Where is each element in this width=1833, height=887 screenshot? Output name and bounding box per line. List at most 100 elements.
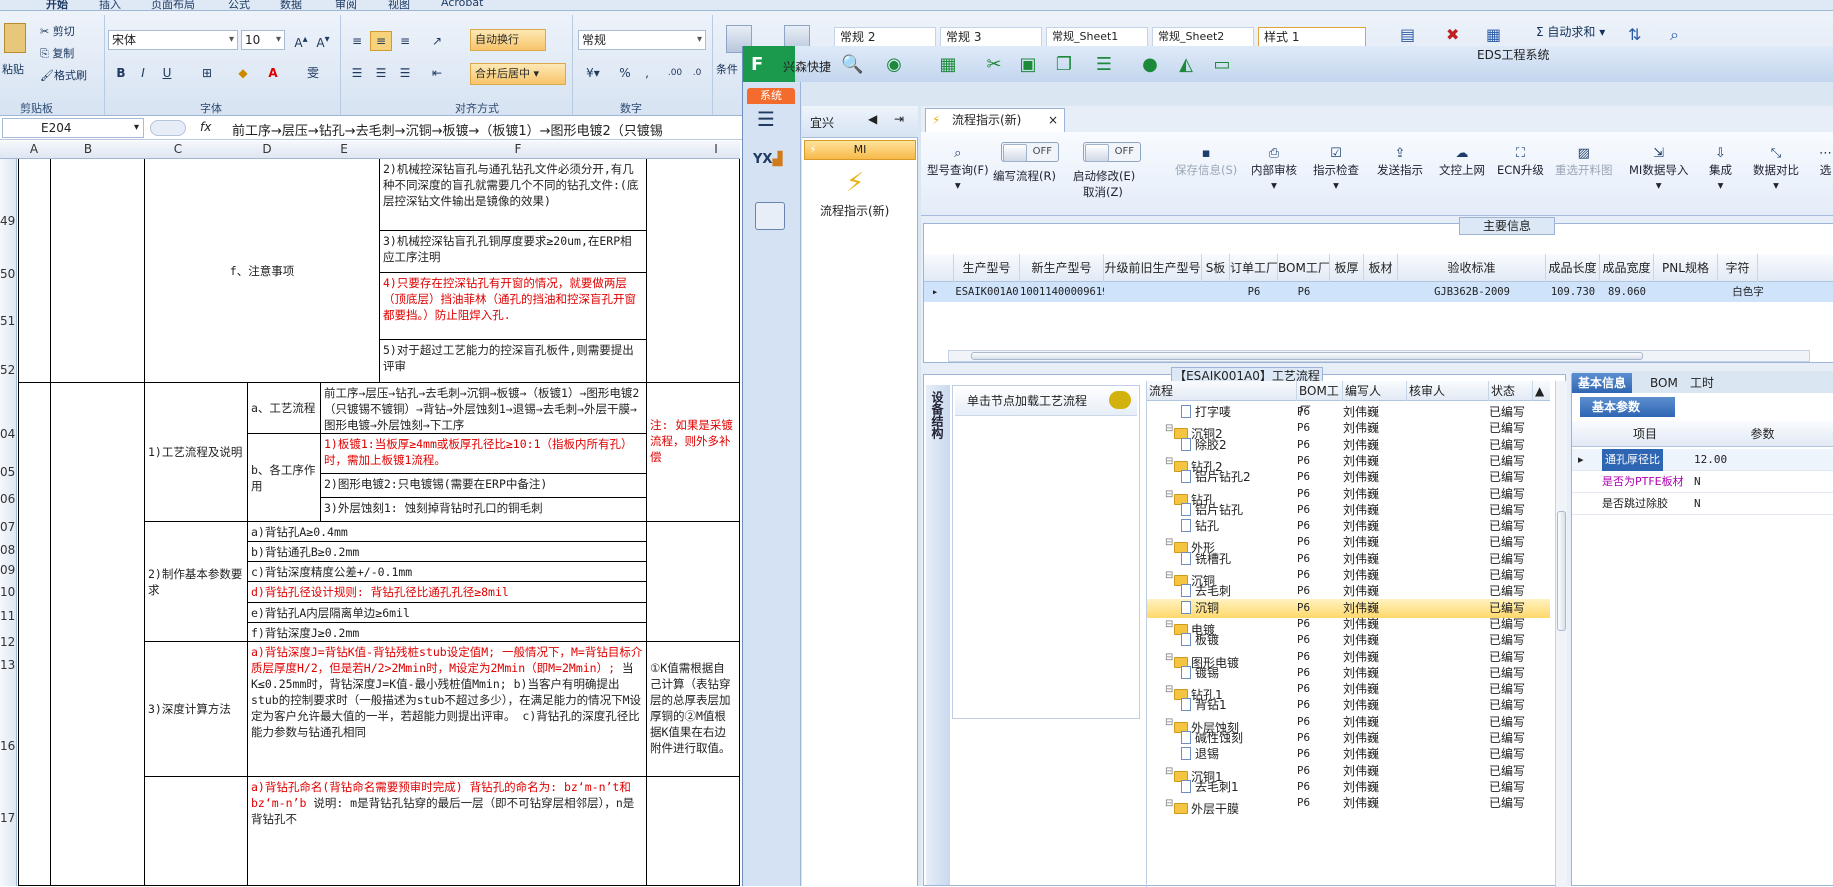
col-header[interactable]: 编写人 [1343, 381, 1407, 401]
autosum-button[interactable]: Σ 自动求和 ▾ [1536, 23, 1605, 40]
col-header[interactable]: 参数 [1690, 421, 1833, 447]
cell-notes-label[interactable]: f、注意事项 [144, 159, 380, 383]
currency-icon[interactable]: ¥▾ [580, 63, 606, 83]
cell[interactable]: b)背钻通孔B≥0.2mm [247, 541, 647, 562]
column-header[interactable]: D [230, 142, 304, 156]
cell-naming[interactable]: a)背钻孔命名(背钻命名需要预审时完成) 背钻孔的命名为: bz‘m-n’t和b… [247, 776, 647, 886]
table-cell[interactable]: 109.730 [1546, 282, 1600, 302]
phonetic-icon[interactable]: 雯 [298, 63, 328, 83]
param-row[interactable]: 是否为PTFE板材 N [1572, 471, 1833, 493]
table-cell[interactable]: ESAIK001A0 [954, 282, 1020, 302]
list-icon[interactable]: ☰ [1093, 55, 1115, 75]
write-flow-toggle[interactable]: OFF [1001, 142, 1059, 162]
cell[interactable]: 2)图形电镀2:只电镀锡(需要在ERP中备注) [320, 473, 647, 498]
cell-proc-label[interactable]: 1)工艺流程及说明 [144, 382, 248, 522]
search-icon[interactable]: 🔍 [841, 55, 863, 75]
row-header[interactable]: 17 [0, 811, 17, 825]
row-header[interactable]: 04 [0, 427, 17, 441]
scroll-thumb[interactable] [971, 352, 1643, 360]
col-header[interactable]: BOM工厂 [1297, 381, 1343, 418]
col-header[interactable]: 升级前旧生产型号 [1104, 254, 1202, 282]
merge-center-button[interactable]: 合并后居中 ▾ [470, 63, 566, 85]
border-icon[interactable]: ⊞ [196, 63, 218, 83]
row-header[interactable]: 09 [0, 563, 17, 577]
cell-note-i[interactable]: 注: 如果是采镀流程，则外多补偿 [646, 382, 740, 522]
table-cell[interactable] [1654, 282, 1718, 302]
align-top-icon[interactable]: ≡ [346, 31, 368, 51]
row-header[interactable]: 07 [0, 520, 17, 534]
system-tab[interactable]: 系统 [747, 88, 795, 104]
guide-check-button[interactable]: ☑ 指示检查 ▾ [1313, 146, 1359, 192]
yx-factory-icon[interactable]: YX▟ [753, 152, 787, 184]
param-row[interactable]: ▸ 通孔厚径比 12.00 [1572, 449, 1833, 471]
cell[interactable]: 3)外层蚀刻1: 蚀刻掉背钻时孔口的铜毛刺 [320, 497, 647, 522]
cell-param-label[interactable]: 2)制作基本参数要求 [144, 521, 248, 642]
vertical-scrollbar[interactable] [1555, 381, 1567, 887]
ecn-upgrade-button[interactable]: ⛶ ECN升级 [1497, 146, 1544, 178]
col-header[interactable]: BOM工厂 [1278, 254, 1330, 282]
more-button[interactable]: ⋯ 选 [1819, 146, 1832, 178]
conditional-format-button[interactable]: 条件 [716, 61, 738, 77]
wrap-text-button[interactable]: 自动换行 [470, 29, 546, 51]
cell[interactable]: d)背钻孔径设计规则: 背钻孔径比通孔孔径≥8mil [247, 581, 647, 603]
align-center-icon[interactable]: ☰ [370, 63, 392, 83]
tab-acrobat[interactable]: Acrobat [441, 0, 483, 9]
row-header[interactable]: 52 [0, 363, 17, 377]
col-header[interactable]: 成品长度 [1546, 254, 1600, 282]
cut-button[interactable]: ✂ 剪切 [40, 23, 75, 39]
delete-cells-icon[interactable]: ✖ [1446, 25, 1476, 47]
cancel-button[interactable]: 取消(Z) [1083, 184, 1123, 200]
row-header[interactable]: 08 [0, 543, 17, 557]
underline-button[interactable]: U [156, 63, 178, 83]
collapse-left-icon[interactable]: ◀ [868, 112, 877, 126]
col-header[interactable]: 新生产型号 [1020, 254, 1104, 282]
column-header[interactable]: C [126, 142, 230, 156]
integrate-button[interactable]: ⇩ 集成 ▾ [1709, 146, 1732, 192]
row-header[interactable]: 12 [0, 635, 17, 649]
cell[interactable] [18, 382, 51, 886]
number-format-select[interactable]: 常规 [578, 30, 706, 50]
monitor-icon[interactable]: ▭ [1211, 55, 1233, 75]
table-cell[interactable] [1330, 282, 1364, 302]
cell-depth-label[interactable]: 3)深度计算方法 [144, 641, 248, 777]
row-header[interactable]: 06 [0, 492, 17, 506]
regen-map-button[interactable]: ▨ 重选开料图 [1555, 146, 1613, 178]
col-header[interactable]: 成品宽度 [1600, 254, 1654, 282]
col-header[interactable]: PNL规格 [1654, 254, 1718, 282]
col-header[interactable]: 验收标准 [1398, 254, 1546, 282]
tab-bom[interactable]: BOM [1644, 373, 1684, 393]
cell-note-i2[interactable]: ①K值需根据自己计算（表钻穿层的总厚表层加厚铜的②M值根据K值果在右边附件进行取… [646, 641, 740, 777]
save-info-button[interactable]: ▪ 保存信息(S) [1175, 146, 1237, 178]
cell[interactable]: a、工艺流程 [247, 382, 321, 434]
align-middle-icon[interactable]: ≡ [370, 31, 392, 51]
formula-input[interactable]: 前工序→层压→钻孔→去毛刺→沉铜→板镀→（板镀1）→图形电镀2（只镀锡 [232, 120, 663, 139]
row-header[interactable]: 11 [0, 609, 17, 623]
col-header[interactable]: 订单工厂 [1230, 254, 1278, 282]
row-header[interactable]: 49 [0, 214, 17, 228]
cell[interactable] [646, 521, 740, 642]
film-icon[interactable]: ▣ [1017, 55, 1039, 75]
menu-icon[interactable]: ☰ [757, 108, 783, 130]
cell[interactable]: 2)机械控深钻盲孔与通孔钻孔文件必须分开,有几种不同深度的盲孔就需要几个不同的钻… [379, 159, 647, 231]
internal-review-button[interactable]: ⎙ 内部审核 ▾ [1251, 146, 1297, 192]
increase-decimal-icon[interactable]: .00 [664, 63, 686, 83]
cell[interactable] [646, 159, 740, 383]
cell[interactable]: f)背钻深度J≥0.2mm [247, 622, 647, 642]
name-box[interactable]: E204 ▾ [2, 118, 144, 138]
style-1[interactable]: 样式 1 [1258, 27, 1366, 47]
column-header[interactable]: B [50, 142, 126, 156]
style-normal-sheet2[interactable]: 常规_Sheet2 [1152, 27, 1254, 47]
style-normal-3[interactable]: 常规 3 [940, 27, 1042, 47]
table-cell[interactable]: 89.060 [1600, 282, 1654, 302]
column-header[interactable]: E [304, 142, 384, 156]
user-icon[interactable]: ● [1139, 55, 1161, 75]
chart-icon[interactable]: ◭ [1175, 55, 1197, 75]
column-header[interactable]: I [652, 142, 740, 156]
cell-depth-text[interactable]: a)背钻深度J=背钻K值-背钻残桩stub设定值M; 一般情况下，M=背钻目标介… [247, 641, 647, 777]
mi-import-button[interactable]: ⇲ MI数据导入 ▾ [1629, 146, 1688, 192]
cell[interactable] [50, 159, 145, 383]
upload-doc-button[interactable]: ☁ 文控上网 [1439, 146, 1485, 178]
scroll-thumb[interactable] [1557, 511, 1566, 631]
format-cells-icon[interactable]: ▦ [1486, 25, 1516, 47]
col-header[interactable]: 流程 [1147, 381, 1297, 401]
